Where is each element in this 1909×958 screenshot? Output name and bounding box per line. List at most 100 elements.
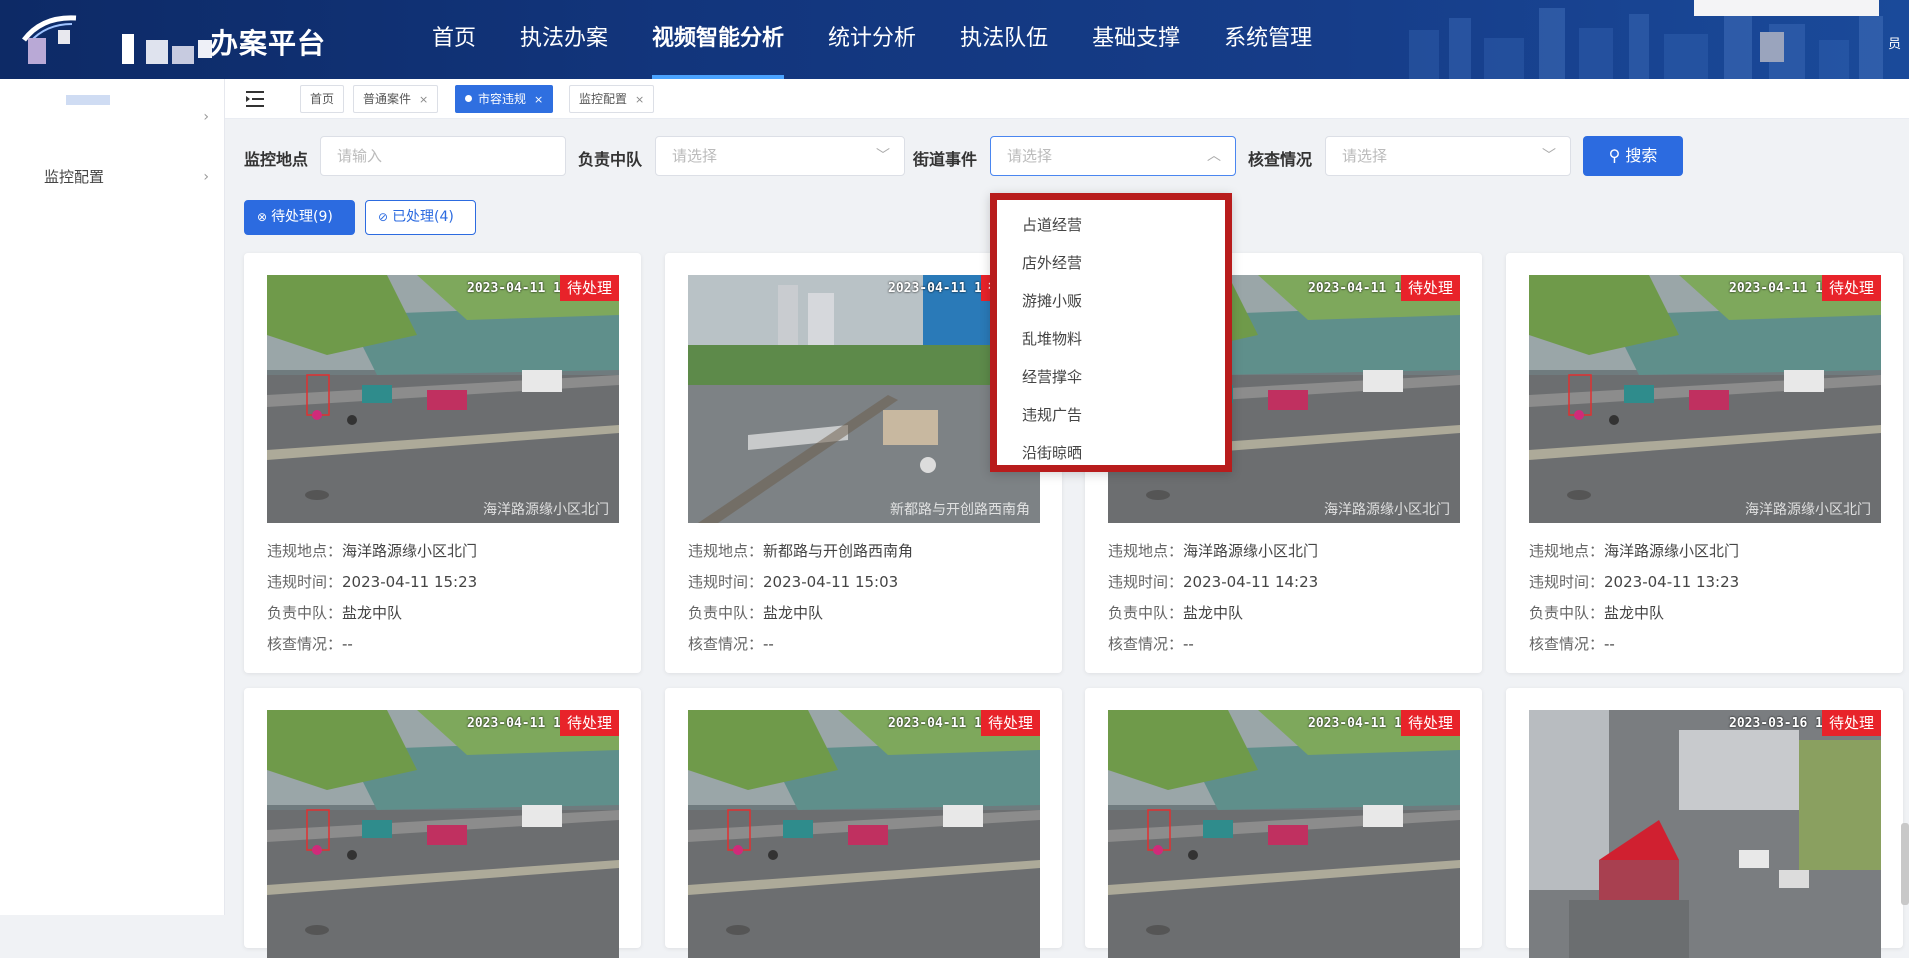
location-row: 违规地点：海洋路源缘小区北门 — [1108, 542, 1319, 560]
camera-snapshot[interactable]: 2023-04-11 1 待处理 — [267, 710, 619, 958]
done-filter-button[interactable]: ⊘ 已处理(4) — [365, 200, 476, 235]
squad-row: 负责中队：盐龙中队 — [1529, 604, 1665, 622]
user-name[interactable]: 员 — [1888, 33, 1901, 52]
sidebar-item-collapsed[interactable]: › — [0, 95, 225, 139]
status-badge: 待处理 — [559, 275, 619, 301]
status-badge: 待处理 — [980, 710, 1040, 736]
nav-video-analysis[interactable]: 视频智能分析 — [630, 0, 806, 79]
check-row: 核查情况：-- — [688, 635, 774, 653]
camera-snapshot[interactable]: 2023-04-11 1 待处理 — [688, 710, 1040, 958]
nav-team[interactable]: 执法队伍 — [938, 0, 1070, 79]
squad-value: 盐龙中队 — [763, 604, 824, 622]
squad-row: 负责中队：盐龙中队 — [1108, 604, 1244, 622]
pending-filter-button[interactable]: ⊗ 待处理(9) — [244, 200, 355, 235]
menu-fold-icon[interactable] — [245, 89, 267, 109]
event-option[interactable]: 违规广告 — [997, 396, 1225, 434]
time-row: 违规时间：2023-04-11 15:23 — [267, 573, 478, 591]
time-row: 违规时间：2023-04-11 13:23 — [1529, 573, 1740, 591]
violation-card[interactable]: 2023-04-11 1 待处理 — [244, 688, 641, 958]
clock-icon: ⊗ — [257, 210, 268, 224]
snapshot-timestamp: 2023-04-11 1 — [467, 716, 561, 731]
check-row: 核查情况：-- — [1108, 635, 1194, 653]
event-option[interactable]: 占道经营 — [997, 206, 1225, 244]
snapshot-location-overlay: 海洋路源缘小区北门 — [1324, 502, 1450, 518]
time-value: 2023-04-11 14:23 — [1183, 573, 1319, 591]
violation-card[interactable]: 2023-04-11 1 待处理 — [1085, 688, 1482, 958]
avatar[interactable] — [1760, 32, 1784, 62]
violation-card[interactable]: 2023-04-11 1 待处理 海洋路源缘小区北门 违规地点：海洋路源缘小区北… — [1506, 253, 1903, 673]
top-header: 办案平台 首页 执法办案 视频智能分析 统计分析 执法队伍 基础支撑 系统管理 … — [0, 0, 1909, 79]
search-button[interactable]: ⚲ 搜索 — [1583, 136, 1683, 176]
check-select[interactable]: 请选择 ﹀ — [1325, 136, 1571, 176]
camera-snapshot[interactable]: 2023-04-11 1 待处理 海洋路源缘小区北门 — [1529, 275, 1881, 523]
snapshot-timestamp: 2023-04-11 1 — [467, 281, 561, 296]
camera-snapshot[interactable]: 2023-04-11 1 待处理 — [1108, 710, 1460, 958]
status-badge: 待处理 — [559, 710, 619, 736]
check-value: -- — [1183, 635, 1194, 653]
squad-select[interactable]: 请选择 ﹀ — [655, 136, 905, 176]
squad-label: 负责中队 — [578, 150, 643, 169]
check-value: -- — [342, 635, 353, 653]
event-option[interactable]: 经营撑伞 — [997, 358, 1225, 396]
location-row: 违规地点：新都路与开创路西南角 — [688, 542, 914, 560]
location-input[interactable]: 请输入 — [320, 136, 566, 176]
close-icon[interactable]: × — [534, 93, 543, 106]
check-value: -- — [1604, 635, 1615, 653]
status-badge: 待处理 — [1821, 710, 1881, 736]
sidebar-item-label: 监控配置 — [44, 168, 105, 186]
tab-label: 监控配置 — [579, 92, 628, 106]
time-value: 2023-04-11 15:03 — [763, 573, 899, 591]
location-value: 海洋路源缘小区北门 — [1604, 542, 1740, 560]
app-title: 办案平台 — [210, 27, 327, 60]
location-value: 海洋路源缘小区北门 — [1183, 542, 1319, 560]
location-value: 海洋路源缘小区北门 — [342, 542, 478, 560]
tab-home[interactable]: 首页 — [300, 85, 345, 113]
tab-label: 普通案件 — [363, 92, 412, 106]
check-label: 核查情况 — [1248, 150, 1313, 169]
camera-snapshot[interactable]: 2023-03-16 16:29:0 待处理 — [1529, 710, 1881, 958]
event-dropdown-menu: 占道经营 店外经营 游摊小贩 乱堆物料 经营撑伞 违规广告 沿街晾晒 — [990, 193, 1232, 472]
active-dot-icon — [465, 95, 472, 102]
camera-snapshot[interactable]: 2023-04-11 1 待处理 海洋路源缘小区北门 — [267, 275, 619, 523]
location-value: 新都路与开创路西南角 — [763, 542, 914, 560]
snapshot-timestamp: 2023-04-11 15 — [888, 281, 990, 296]
location-label: 监控地点 — [244, 150, 309, 169]
status-badge: 待处理 — [1400, 275, 1460, 301]
snapshot-timestamp: 2023-04-11 1 — [888, 716, 982, 731]
chevron-up-icon: ︿ — [1207, 148, 1221, 164]
snapshot-location-overlay: 海洋路源缘小区北门 — [1745, 502, 1871, 518]
time-value: 2023-04-11 15:23 — [342, 573, 478, 591]
camera-snapshot[interactable]: 2023-04-11 15 待处理 新都路与开创路西南角 — [688, 275, 1040, 523]
check-circle-icon: ⊘ — [378, 210, 389, 224]
event-option[interactable]: 店外经营 — [997, 244, 1225, 282]
sidebar: › 监控配置 › — [0, 79, 225, 915]
close-icon[interactable]: × — [419, 93, 428, 106]
nav-system-admin[interactable]: 系统管理 — [1202, 0, 1334, 79]
nav-statistics[interactable]: 统计分析 — [806, 0, 938, 79]
page-scrollbar[interactable] — [1901, 823, 1909, 905]
close-icon[interactable]: × — [635, 93, 644, 106]
check-row: 核查情况：-- — [267, 635, 353, 653]
tab-label: 市容违规 — [478, 92, 527, 106]
tab-city-violation[interactable]: 市容违规 × — [455, 85, 554, 113]
time-value: 2023-04-11 13:23 — [1604, 573, 1740, 591]
nav-infrastructure[interactable]: 基础支撑 — [1070, 0, 1202, 79]
nav-case-handling[interactable]: 执法办案 — [498, 0, 630, 79]
violation-card[interactable]: 2023-04-11 1 待处理 — [665, 688, 1062, 958]
event-select[interactable]: 请选择 ︿ — [990, 136, 1236, 176]
event-option[interactable]: 乱堆物料 — [997, 320, 1225, 358]
sidebar-item-monitor-config[interactable]: 监控配置 › — [0, 155, 225, 199]
violation-card[interactable]: 2023-04-11 1 待处理 海洋路源缘小区北门 违规地点：海洋路源缘小区北… — [244, 253, 641, 673]
check-value: -- — [763, 635, 774, 653]
tag-bar: 首页 普通案件 × 市容违规 × 监控配置 × — [225, 79, 1909, 119]
tab-monitor-config[interactable]: 监控配置 × — [569, 85, 655, 113]
event-option[interactable]: 游摊小贩 — [997, 282, 1225, 320]
tab-general-case[interactable]: 普通案件 × — [353, 85, 439, 113]
event-option[interactable]: 沿街晾晒 — [997, 434, 1225, 472]
squad-value: 盐龙中队 — [1604, 604, 1665, 622]
check-row: 核查情况：-- — [1529, 635, 1615, 653]
card-info: 违规地点：海洋路源缘小区北门 违规时间：2023-04-11 15:23 负责中… — [267, 536, 477, 660]
nav-home[interactable]: 首页 — [410, 0, 498, 79]
card-info: 违规地点：新都路与开创路西南角 违规时间：2023-04-11 15:03 负责… — [688, 536, 913, 660]
violation-card[interactable]: 2023-03-16 16:29:0 待处理 — [1506, 688, 1903, 958]
